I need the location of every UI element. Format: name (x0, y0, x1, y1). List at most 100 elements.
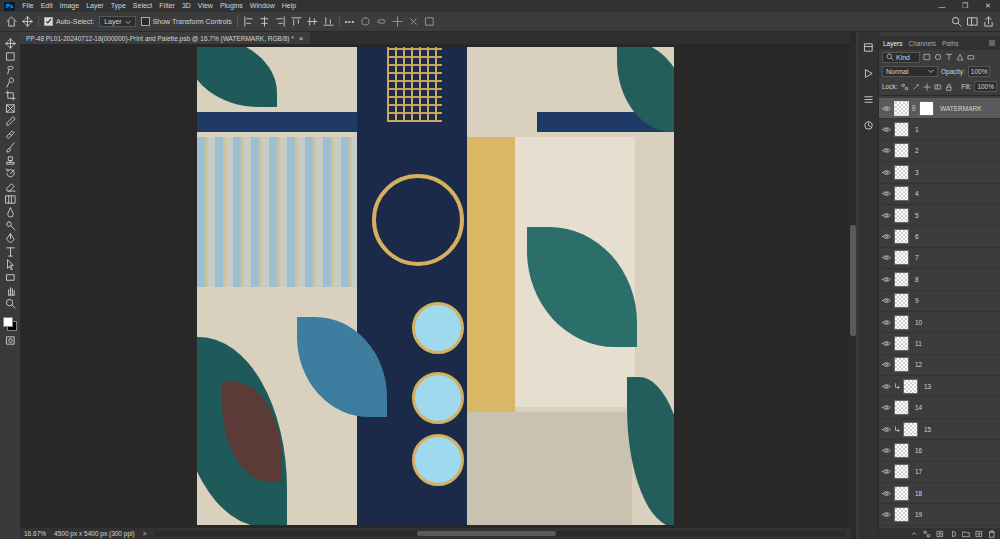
marquee-tool-icon[interactable] (5, 51, 16, 62)
path-selection-tool-icon[interactable] (5, 259, 16, 270)
layer-action-icon[interactable] (988, 530, 996, 538)
filter-icon[interactable] (967, 53, 975, 61)
info-menu-button[interactable]: > (143, 530, 147, 537)
eye-icon[interactable] (882, 403, 891, 412)
horizontal-scrollbar[interactable] (154, 531, 846, 536)
window-control[interactable]: ❐ (957, 2, 973, 10)
menu-item[interactable]: Filter (159, 0, 175, 12)
blend-mode-dropdown[interactable]: Normal (882, 66, 938, 77)
frame-tool-icon[interactable] (5, 103, 16, 114)
layer-name[interactable]: 17 (912, 468, 922, 475)
layer-action-icon[interactable] (923, 530, 931, 538)
panel-tab[interactable]: Paths (942, 40, 959, 47)
layer-thumbnail[interactable] (894, 357, 909, 372)
layer-row[interactable]: 11 (879, 333, 1000, 354)
layer-name[interactable]: 1 (912, 126, 919, 133)
align-icon[interactable] (275, 16, 286, 27)
eye-icon[interactable] (882, 425, 891, 434)
healing-brush-tool-icon[interactable] (5, 129, 16, 140)
layer-row[interactable]: 5 (879, 205, 1000, 226)
layer-row[interactable]: 7 (879, 248, 1000, 269)
layer-name[interactable]: 9 (912, 297, 919, 304)
layer-thumbnail[interactable] (894, 293, 909, 308)
eye-icon[interactable] (882, 467, 891, 476)
layer-row[interactable]: 12 (879, 355, 1000, 376)
layer-action-icon[interactable] (975, 530, 983, 538)
layer-row[interactable]: 9 (879, 291, 1000, 312)
vertical-scrollbar[interactable] (850, 32, 856, 539)
eye-icon[interactable] (882, 360, 891, 369)
layer-row[interactable]: 2 (879, 141, 1000, 162)
layer-name[interactable]: 8 (912, 276, 919, 283)
quick-select-tool-icon[interactable] (5, 77, 16, 88)
layer-name[interactable]: 13 (921, 383, 931, 390)
search-icon[interactable] (951, 16, 962, 27)
layer-thumbnail[interactable] (894, 400, 909, 415)
rectangle-tool-icon[interactable] (5, 272, 16, 283)
eye-icon[interactable] (882, 275, 891, 284)
scroll-thumb[interactable] (417, 531, 555, 536)
foreground-color-swatch[interactable] (3, 317, 13, 327)
layer-name[interactable]: WATERMARK (937, 105, 982, 112)
layer-thumbnail[interactable] (894, 186, 909, 201)
layer-thumbnail[interactable] (894, 250, 909, 265)
layer-thumbnail[interactable] (894, 507, 909, 522)
filter-icon[interactable] (923, 53, 931, 61)
menu-item[interactable]: File (22, 0, 33, 12)
layer-row[interactable]: WATERMARK (879, 98, 1000, 119)
layer-name[interactable]: 5 (912, 212, 919, 219)
menu-item[interactable]: Plugins (220, 0, 243, 12)
layer-name[interactable]: 6 (912, 233, 919, 240)
layer-row[interactable]: 4 (879, 184, 1000, 205)
layer-row[interactable]: 3 (879, 162, 1000, 183)
eye-icon[interactable] (882, 296, 891, 305)
eye-icon[interactable] (882, 232, 891, 241)
layer-name[interactable]: 12 (912, 361, 922, 368)
blur-tool-icon[interactable] (5, 207, 16, 218)
zoom-level[interactable]: 16.67% (24, 530, 46, 537)
3d-mode-icon[interactable] (424, 16, 435, 27)
share-icon[interactable] (983, 16, 994, 27)
layer-name[interactable]: 2 (912, 147, 919, 154)
document-tab[interactable]: PP-48 PL01-20240712-18(000000)-Print and… (20, 32, 310, 44)
menu-item[interactable]: Edit (41, 0, 53, 12)
align-icon[interactable] (243, 16, 254, 27)
layer-thumbnail[interactable] (894, 143, 909, 158)
layer-name[interactable]: 3 (912, 169, 919, 176)
layer-row[interactable]: 6 (879, 226, 1000, 247)
layer-thumbnail[interactable] (894, 165, 909, 180)
eye-icon[interactable] (882, 489, 891, 498)
more-options-button[interactable]: ••• (345, 18, 355, 25)
layer-row[interactable]: 18 (879, 483, 1000, 504)
lock-icon[interactable] (923, 83, 931, 91)
window-control[interactable]: ✕ (980, 2, 996, 10)
filter-icon[interactable] (934, 53, 942, 61)
layer-name[interactable]: 16 (912, 447, 922, 454)
menu-item[interactable]: View (198, 0, 213, 12)
lock-icon[interactable] (912, 83, 920, 91)
workspace-icon[interactable] (967, 16, 978, 27)
menu-item[interactable]: Layer (86, 0, 104, 12)
menu-item[interactable]: Select (133, 0, 152, 12)
transform-controls-checkbox[interactable]: Show Transform Controls (141, 17, 232, 26)
gradient-tool-icon[interactable] (5, 194, 16, 205)
color-swatches[interactable] (3, 317, 17, 331)
layer-row[interactable]: 16 (879, 440, 1000, 461)
panel-menu-icon[interactable] (988, 39, 996, 47)
crop-tool-icon[interactable] (5, 90, 16, 101)
menu-item[interactable]: Help (282, 0, 296, 12)
layer-mask-thumbnail[interactable] (919, 101, 934, 116)
hand-tool-icon[interactable] (5, 285, 16, 296)
panel-icon[interactable] (863, 120, 874, 131)
eye-icon[interactable] (882, 318, 891, 327)
layer-thumbnail[interactable] (894, 464, 909, 479)
layer-thumbnail[interactable] (894, 208, 909, 223)
layer-thumbnail[interactable] (894, 272, 909, 287)
pen-tool-icon[interactable] (5, 233, 16, 244)
align-icon[interactable] (291, 16, 302, 27)
filter-icon[interactable] (956, 53, 964, 61)
filter-icon[interactable] (945, 53, 953, 61)
eye-icon[interactable] (882, 446, 891, 455)
checkbox-box[interactable] (141, 17, 150, 26)
panel-icon[interactable] (863, 94, 874, 105)
